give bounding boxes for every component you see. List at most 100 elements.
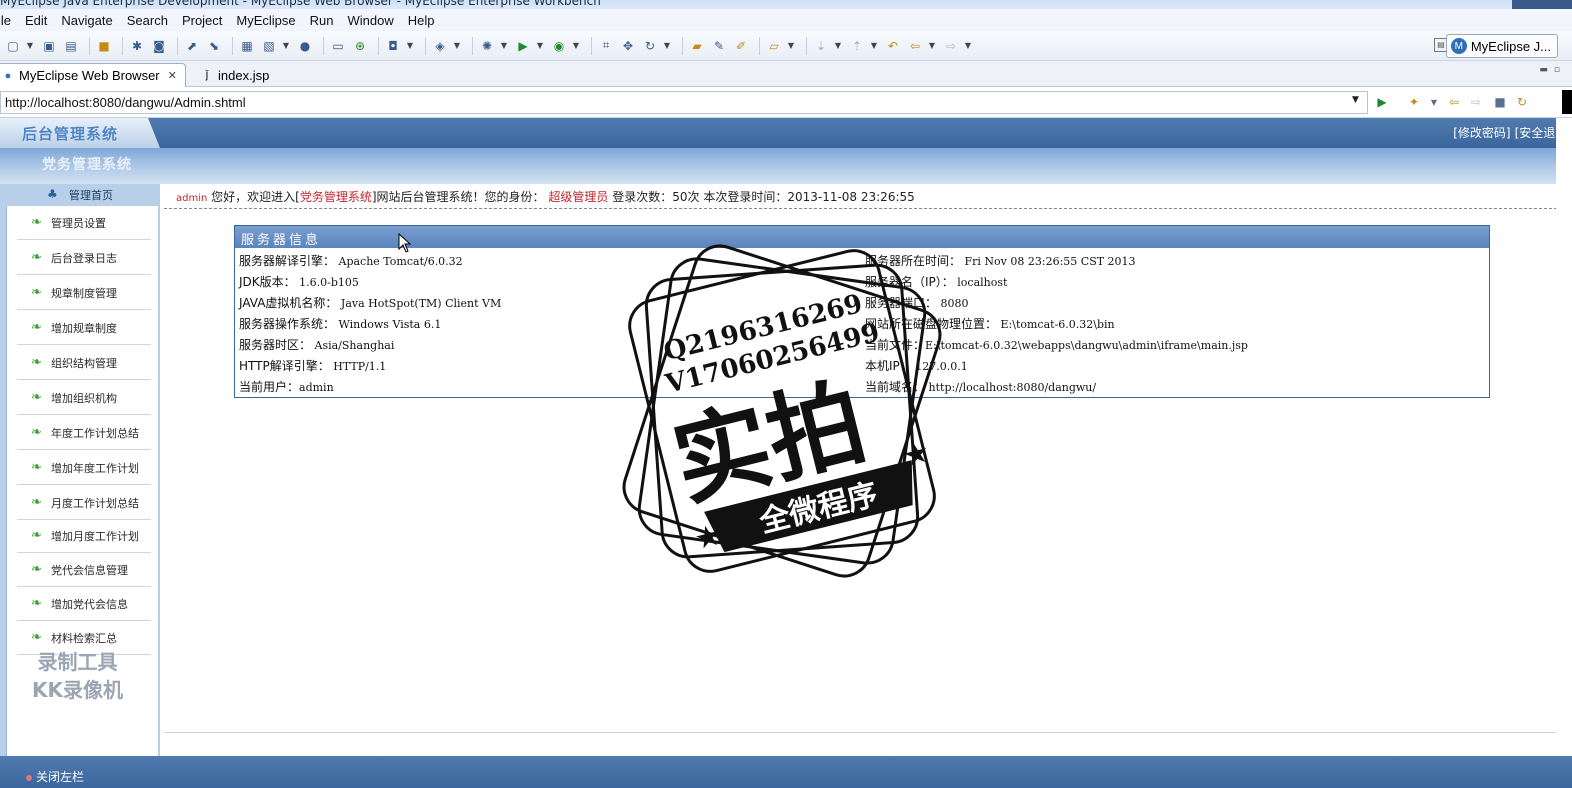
menu-edit[interactable]: Edit <box>18 13 54 28</box>
prev-annotation-dropdown-icon[interactable]: ▼ <box>870 37 878 55</box>
nav-item-add-org[interactable]: ❧ 增加组织机构 <box>17 381 151 415</box>
bullet-icon <box>26 775 32 781</box>
menu-file[interactable]: ile <box>0 13 18 28</box>
perspective-button[interactable]: M MyEclipse J... <box>1445 34 1558 58</box>
url-dropdown-icon[interactable]: ▼ <box>1352 95 1359 105</box>
nav-item-label: 组织结构管理 <box>51 356 117 370</box>
forward-dropdown-icon[interactable]: ▼ <box>964 37 972 55</box>
nav-item-add-annual-plan[interactable]: ❧ 增加年度工作计划 <box>17 451 151 485</box>
http-engine-row: HTTP解译引擎： HTTP/1.1 <box>239 359 387 373</box>
leaf-icon: ❧ <box>31 596 42 611</box>
menu-navigate[interactable]: Navigate <box>54 13 119 28</box>
deploy-icon[interactable]: ⬈ <box>183 37 201 55</box>
tab-index-jsp[interactable]: ǰ index.jsp <box>194 63 275 87</box>
nav-item-monthly-plan[interactable]: ❧ 月度工作计划总结 <box>17 486 151 520</box>
debug-icon[interactable]: ✺ <box>478 37 496 55</box>
search-dropdown-icon[interactable]: ▼ <box>787 37 795 55</box>
url-input[interactable]: http://localhost:8080/dangwu/Admin.shtml <box>0 91 1368 114</box>
last-edit-icon[interactable]: ↶ <box>884 37 902 55</box>
nav-item-add-congress[interactable]: ❧ 增加党代会信息 <box>17 587 151 621</box>
edit-icon[interactable]: ✐ <box>732 37 750 55</box>
server-icon[interactable]: ◙ <box>150 37 168 55</box>
menu-search[interactable]: Search <box>120 13 175 28</box>
favorites-dropdown-icon[interactable]: ▼ <box>1426 94 1442 110</box>
external-dropdown-icon[interactable]: ▼ <box>572 37 580 55</box>
content-bottom-line <box>164 732 1572 733</box>
pencil-icon[interactable]: ✎ <box>710 37 728 55</box>
menu-help[interactable]: Help <box>401 13 442 28</box>
toolbar-separator <box>425 36 426 55</box>
camera-icon[interactable]: ◘ <box>384 37 402 55</box>
open-resource-icon[interactable]: ✥ <box>619 37 637 55</box>
tab-label: MyEclipse Web Browser <box>19 68 160 83</box>
nav-item-annual-plan[interactable]: ❧ 年度工作计划总结 <box>17 416 151 450</box>
run-dropdown-icon[interactable]: ▼ <box>536 37 544 55</box>
new-dropdown-icon[interactable]: ▼ <box>26 37 34 55</box>
debug-dropdown-icon[interactable]: ▼ <box>500 37 508 55</box>
export-dropdown-icon[interactable]: ▼ <box>282 37 290 55</box>
nav-item-admin-settings[interactable]: ❧ 管理员设置 <box>17 206 151 240</box>
myeclipse-logo-icon: M <box>1450 38 1467 54</box>
new-wizard-icon[interactable]: ◈ <box>431 37 449 55</box>
go-icon[interactable]: ▶ <box>1374 94 1390 110</box>
menu-myeclipse[interactable]: MyEclipse <box>229 13 302 28</box>
favorites-icon[interactable]: ✦ <box>1406 94 1422 110</box>
export-icon[interactable]: ▧ <box>260 37 278 55</box>
prev-annotation-icon[interactable]: ⇡ <box>848 37 866 55</box>
nav-item-add-rule[interactable]: ❧ 增加规章制度 <box>17 311 151 345</box>
nav-item-rules[interactable]: ❧ 规章制度管理 <box>17 276 151 310</box>
system-subtitle: 党务管理系统 <box>42 157 132 173</box>
camera-dropdown-icon[interactable]: ▼ <box>406 37 414 55</box>
save-icon[interactable]: ▣ <box>40 37 58 55</box>
recorder-line1: 录制工具 <box>37 650 118 674</box>
back-icon[interactable]: ⇦ <box>906 37 924 55</box>
nav-home[interactable]: ♣ 管理首页 <box>0 184 160 206</box>
new-icon[interactable]: ▢ <box>4 37 22 55</box>
change-password-link[interactable]: [修改密码] <box>1453 126 1510 140</box>
close-icon[interactable]: ✕ <box>168 69 177 82</box>
package-icon[interactable]: ■ <box>95 37 113 55</box>
window-titlebar: MyEclipse Java Enterprise Development - … <box>0 0 1572 9</box>
nav-item-label: 党代会信息管理 <box>51 563 128 577</box>
nav-item-org[interactable]: ❧ 组织结构管理 <box>17 346 151 380</box>
forward-icon[interactable]: ⇨ <box>942 37 960 55</box>
next-annotation-icon[interactable]: ⇣ <box>812 37 830 55</box>
nav-item-login-log[interactable]: ❧ 后台登录日志 <box>17 241 151 275</box>
add-icon[interactable]: ⊕ <box>351 37 369 55</box>
browser-refresh-icon[interactable]: ↻ <box>1514 94 1530 110</box>
close-left-panel[interactable]: 关闭左栏 <box>26 768 84 785</box>
window-controls[interactable] <box>1512 0 1572 9</box>
menu-project[interactable]: Project <box>175 13 229 28</box>
folder-icon[interactable]: ▭ <box>329 37 347 55</box>
stop-icon[interactable]: ■ <box>1492 94 1508 110</box>
bug-icon[interactable]: ✱ <box>128 37 146 55</box>
tab-label: index.jsp <box>218 67 270 83</box>
refresh-icon[interactable]: ↻ <box>641 37 659 55</box>
browser-back-icon[interactable]: ⇦ <box>1446 94 1462 110</box>
nav-item-congress[interactable]: ❧ 党代会信息管理 <box>17 553 151 587</box>
view-menu-icon[interactable] <box>1562 90 1572 114</box>
back-dropdown-icon[interactable]: ▼ <box>928 37 936 55</box>
server-time-row: 服务器所在时间： Fri Nov 08 23:26:55 CST 2013 <box>865 254 1136 268</box>
wizard-dropdown-icon[interactable]: ▼ <box>453 37 461 55</box>
open-folder-icon[interactable]: ▰ <box>688 37 706 55</box>
print-icon[interactable]: ▤ <box>62 37 80 55</box>
toolbar-separator <box>89 36 90 55</box>
external-tools-icon[interactable]: ◉ <box>550 37 568 55</box>
current-file-row: 当前文件：E:\tomcat-6.0.32\webapps\dangwu\adm… <box>865 338 1248 352</box>
refresh-dropdown-icon[interactable]: ▼ <box>663 37 671 55</box>
db-icon[interactable]: ▦ <box>238 37 256 55</box>
browser-forward-icon[interactable]: ⇨ <box>1468 94 1484 110</box>
toolbar: ▢ ▼ ▣ ▤ ■ ✱ ◙ ⬈ ⬊ ▦ ▧ ▼ ● ▭ ⊕ ◘ ▼ ◈ ▼ ✺ ▼ ▶ ▼ … <box>0 31 1572 61</box>
run-icon[interactable]: ▶ <box>514 37 532 55</box>
search-folder-icon[interactable]: ▱ <box>765 37 783 55</box>
menu-run[interactable]: Run <box>303 13 341 28</box>
next-annotation-dropdown-icon[interactable]: ▼ <box>834 37 842 55</box>
open-type-icon[interactable]: ⌗ <box>597 37 615 55</box>
globe-icon[interactable]: ● <box>296 37 314 55</box>
nav-item-add-monthly-plan[interactable]: ❧ 增加月度工作计划 <box>17 519 151 553</box>
minimize-maximize-icon[interactable]: ▬▫ <box>1539 65 1566 75</box>
menu-window[interactable]: Window <box>341 13 401 28</box>
undeploy-icon[interactable]: ⬊ <box>205 37 223 55</box>
tab-web-browser[interactable]: ● MyEclipse Web Browser ✕ <box>0 63 186 87</box>
